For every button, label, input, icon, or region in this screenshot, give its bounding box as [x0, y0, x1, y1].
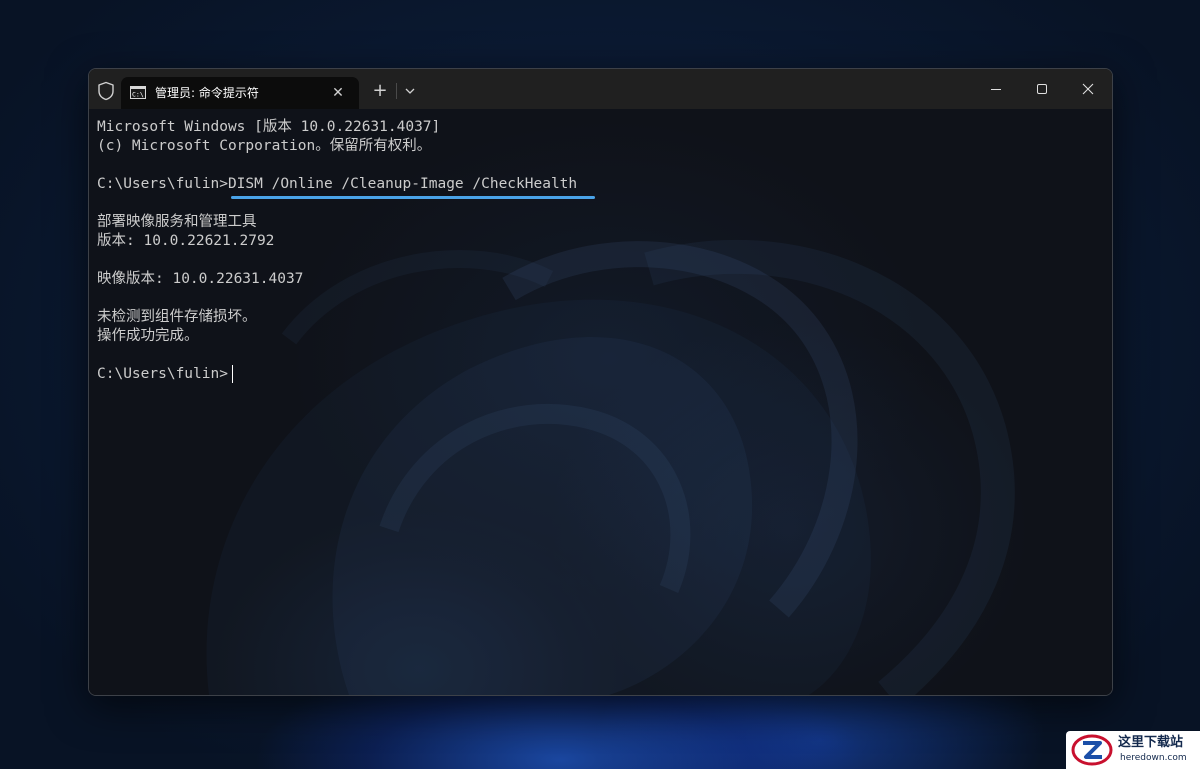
tab-separator — [396, 83, 397, 99]
terminal-line: Microsoft Windows [版本 10.0.22631.4037] — [97, 119, 441, 135]
heredown-logo-icon — [1071, 734, 1113, 766]
minimize-icon[interactable] — [973, 69, 1019, 109]
command-highlight-underline — [231, 196, 595, 199]
text-cursor — [232, 365, 233, 383]
svg-text:C:\: C:\ — [132, 91, 144, 99]
tab-label: 管理员: 命令提示符 — [155, 86, 259, 100]
chevron-down-icon[interactable] — [402, 83, 418, 99]
command-prompt-icon: C:\ — [130, 86, 146, 99]
terminal-output[interactable]: Microsoft Windows [版本 10.0.22631.4037] (… — [89, 109, 1112, 695]
title-bar[interactable]: C:\ 管理员: 命令提示符 ✕ + — [89, 69, 1112, 109]
terminal-line: 映像版本: 10.0.22631.4037 — [97, 271, 304, 287]
close-icon[interactable]: ✕ — [329, 84, 347, 102]
plus-icon[interactable]: + — [371, 82, 389, 100]
tab-command-prompt[interactable]: C:\ 管理员: 命令提示符 ✕ — [121, 77, 359, 109]
terminal-command-line: C:\Users\fulin>DISM /Online /Cleanup-Ima… — [97, 176, 578, 192]
terminal-line: 部署映像服务和管理工具 — [97, 214, 257, 230]
terminal-line: 版本: 10.0.22621.2792 — [97, 233, 275, 249]
terminal-prompt: C:\Users\fulin> — [97, 366, 228, 382]
close-icon[interactable] — [1065, 69, 1111, 109]
shield-icon — [98, 81, 114, 101]
maximize-icon[interactable] — [1019, 69, 1065, 109]
terminal-line: 未检测到组件存储损坏。 — [97, 309, 257, 325]
watermark-title: 这里下载站 — [1118, 735, 1184, 750]
terminal-line: 操作成功完成。 — [97, 328, 199, 344]
site-watermark: 这里下载站 heredown.com — [1066, 731, 1200, 769]
terminal-line: (c) Microsoft Corporation。保留所有权利。 — [97, 138, 432, 154]
command-prompt-window: C:\ 管理员: 命令提示符 ✕ + Microsoft Windows [版本… — [88, 68, 1113, 696]
watermark-subtitle: heredown.com — [1120, 753, 1187, 763]
